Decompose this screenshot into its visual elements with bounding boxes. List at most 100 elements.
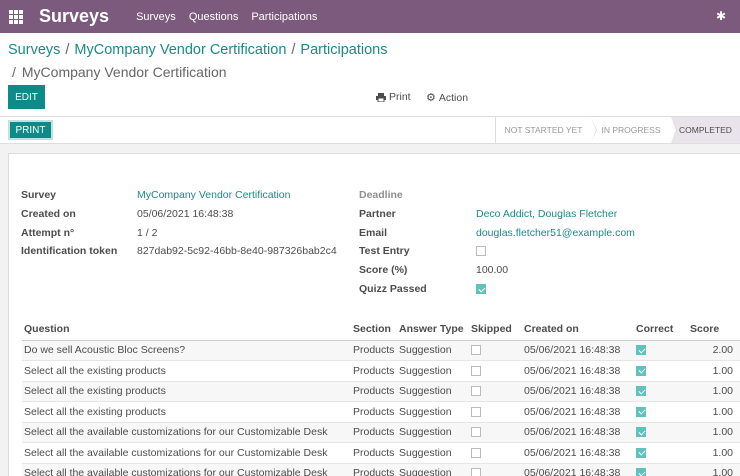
cell-created-on: 05/06/2021 16:48:38	[522, 401, 634, 423]
cell-created-on: 05/06/2021 16:48:38	[522, 381, 634, 402]
breadcrumb: Surveys / MyCompany Vendor Certification / P…	[8, 42, 388, 58]
quizz-passed-checkbox[interactable]	[476, 284, 486, 295]
nav-questions[interactable]: Questions	[189, 11, 239, 23]
gear-icon: ⚙	[426, 92, 436, 104]
email-value[interactable]: douglas.fletcher51@example.com	[476, 227, 635, 239]
cell-score: 1.00	[684, 442, 740, 464]
created-on-label: Created on	[21, 208, 76, 220]
cell-created-on: 05/06/2021 16:48:38	[522, 422, 634, 443]
breadcrumb-participations[interactable]: Participations	[300, 42, 387, 58]
cell-score: 1.00	[684, 360, 740, 382]
edit-button[interactable]: EDIT	[8, 85, 45, 109]
skipped-checkbox[interactable]	[471, 468, 481, 476]
skipped-checkbox[interactable]	[471, 386, 481, 397]
cell-skipped	[469, 340, 522, 361]
correct-checkbox[interactable]	[636, 406, 646, 417]
cell-section: Products	[351, 463, 397, 476]
action-dropdown[interactable]: ⚙ Action	[426, 91, 468, 105]
partner-label: Partner	[359, 208, 396, 220]
cell-score: 1.00	[684, 381, 740, 402]
breadcrumb-current-label: MyCompany Vendor Certification	[21, 64, 227, 80]
cell-answer-type: Suggestion	[397, 381, 469, 402]
cell-correct	[634, 381, 684, 402]
correct-checkbox[interactable]	[636, 447, 646, 458]
table-row[interactable]: Select all the available customizations …	[22, 442, 740, 464]
attempt-value: 1 / 2	[137, 227, 158, 239]
col-section[interactable]: Section	[351, 318, 397, 341]
print-button[interactable]: PRINT	[8, 120, 53, 140]
table-row[interactable]: Select all the existing products Products…	[22, 360, 740, 382]
print-label: Print	[389, 91, 411, 103]
cell-correct	[634, 340, 684, 361]
app-brand[interactable]: Surveys	[39, 6, 109, 27]
table-row[interactable]: Select all the existing products Products…	[22, 381, 740, 402]
col-answer-type[interactable]: Answer Type	[397, 318, 469, 341]
cell-score: 1.00	[684, 401, 740, 423]
cell-correct	[634, 463, 684, 476]
status-row: PRINT NOT STARTED YET IN PROGRESS COMPLE…	[0, 117, 740, 144]
skipped-checkbox[interactable]	[471, 406, 481, 417]
cell-score: 2.00	[684, 340, 740, 361]
printer-icon	[376, 92, 386, 102]
cell-question: Select all the existing products	[22, 401, 351, 423]
breadcrumb-current: / MyCompany Vendor Certification	[12, 64, 227, 80]
skipped-checkbox[interactable]	[471, 427, 481, 438]
table-row[interactable]: Do we sell Acoustic Bloc Screens? Product…	[22, 340, 740, 361]
table-row[interactable]: Select all the available customizations …	[22, 463, 740, 476]
cell-question: Select all the available customizations …	[22, 442, 351, 464]
cell-section: Products	[351, 442, 397, 464]
created-on-value: 05/06/2021 16:48:38	[137, 208, 234, 220]
col-score[interactable]: Score	[684, 318, 740, 341]
test-entry-label: Test Entry	[359, 245, 410, 257]
cell-score: 1.00	[684, 463, 740, 476]
survey-value[interactable]: MyCompany Vendor Certification	[137, 189, 291, 201]
nav-surveys[interactable]: Surveys	[136, 11, 176, 23]
table-header-row: Question Section Answer Type Skipped Cre…	[22, 318, 740, 341]
cell-skipped	[469, 401, 522, 423]
score-label: Score (%)	[359, 264, 408, 276]
skipped-checkbox[interactable]	[471, 345, 481, 356]
cell-skipped	[469, 422, 522, 443]
correct-checkbox[interactable]	[636, 427, 646, 438]
cell-created-on: 05/06/2021 16:48:38	[522, 442, 634, 464]
correct-checkbox[interactable]	[636, 345, 646, 356]
cell-correct	[634, 422, 684, 443]
cell-created-on: 05/06/2021 16:48:38	[522, 360, 634, 382]
stage-not-started[interactable]: NOT STARTED YET	[496, 117, 597, 143]
cell-answer-type: Suggestion	[397, 463, 469, 476]
cell-correct	[634, 360, 684, 382]
apps-grid-icon[interactable]	[9, 9, 23, 24]
token-value: 827dab92-5c92-46bb-8e40-987326bab2c4	[137, 245, 337, 257]
token-label: Identification token	[21, 245, 118, 257]
col-correct[interactable]: Correct	[634, 318, 684, 341]
status-bar: NOT STARTED YET IN PROGRESS COMPLETED	[495, 117, 740, 143]
cell-created-on: 05/06/2021 16:48:38	[522, 340, 634, 361]
cell-answer-type: Suggestion	[397, 340, 469, 361]
table-row[interactable]: Select all the existing products Products…	[22, 401, 740, 423]
cell-correct	[634, 401, 684, 423]
stage-in-progress[interactable]: IN PROGRESS	[591, 117, 677, 143]
cell-question: Do we sell Acoustic Bloc Screens?	[22, 340, 351, 361]
cell-section: Products	[351, 381, 397, 402]
correct-checkbox[interactable]	[636, 468, 646, 476]
partner-value[interactable]: Deco Addict, Douglas Fletcher	[476, 208, 617, 220]
correct-checkbox[interactable]	[636, 365, 646, 376]
print-dropdown[interactable]: Print	[376, 91, 411, 103]
col-created-on[interactable]: Created on	[522, 318, 634, 341]
table-row[interactable]: Select all the available customizations …	[22, 422, 740, 443]
skipped-checkbox[interactable]	[471, 447, 481, 458]
cell-answer-type: Suggestion	[397, 422, 469, 443]
stage-completed[interactable]: COMPLETED	[671, 117, 740, 143]
deadline-label: Deadline	[359, 189, 403, 201]
breadcrumb-surveys[interactable]: Surveys	[8, 42, 60, 58]
breadcrumb-survey-title[interactable]: MyCompany Vendor Certification	[74, 42, 286, 58]
col-question[interactable]: Question	[22, 318, 351, 341]
correct-checkbox[interactable]	[636, 386, 646, 397]
nav-participations[interactable]: Participations	[251, 11, 317, 23]
skipped-checkbox[interactable]	[471, 365, 481, 376]
form-sheet: Survey MyCompany Vendor Certification Cr…	[8, 153, 740, 476]
debug-bug-icon[interactable]: ✱	[716, 9, 726, 23]
test-entry-checkbox[interactable]	[476, 246, 486, 257]
col-skipped[interactable]: Skipped	[469, 318, 522, 341]
cell-skipped	[469, 442, 522, 464]
